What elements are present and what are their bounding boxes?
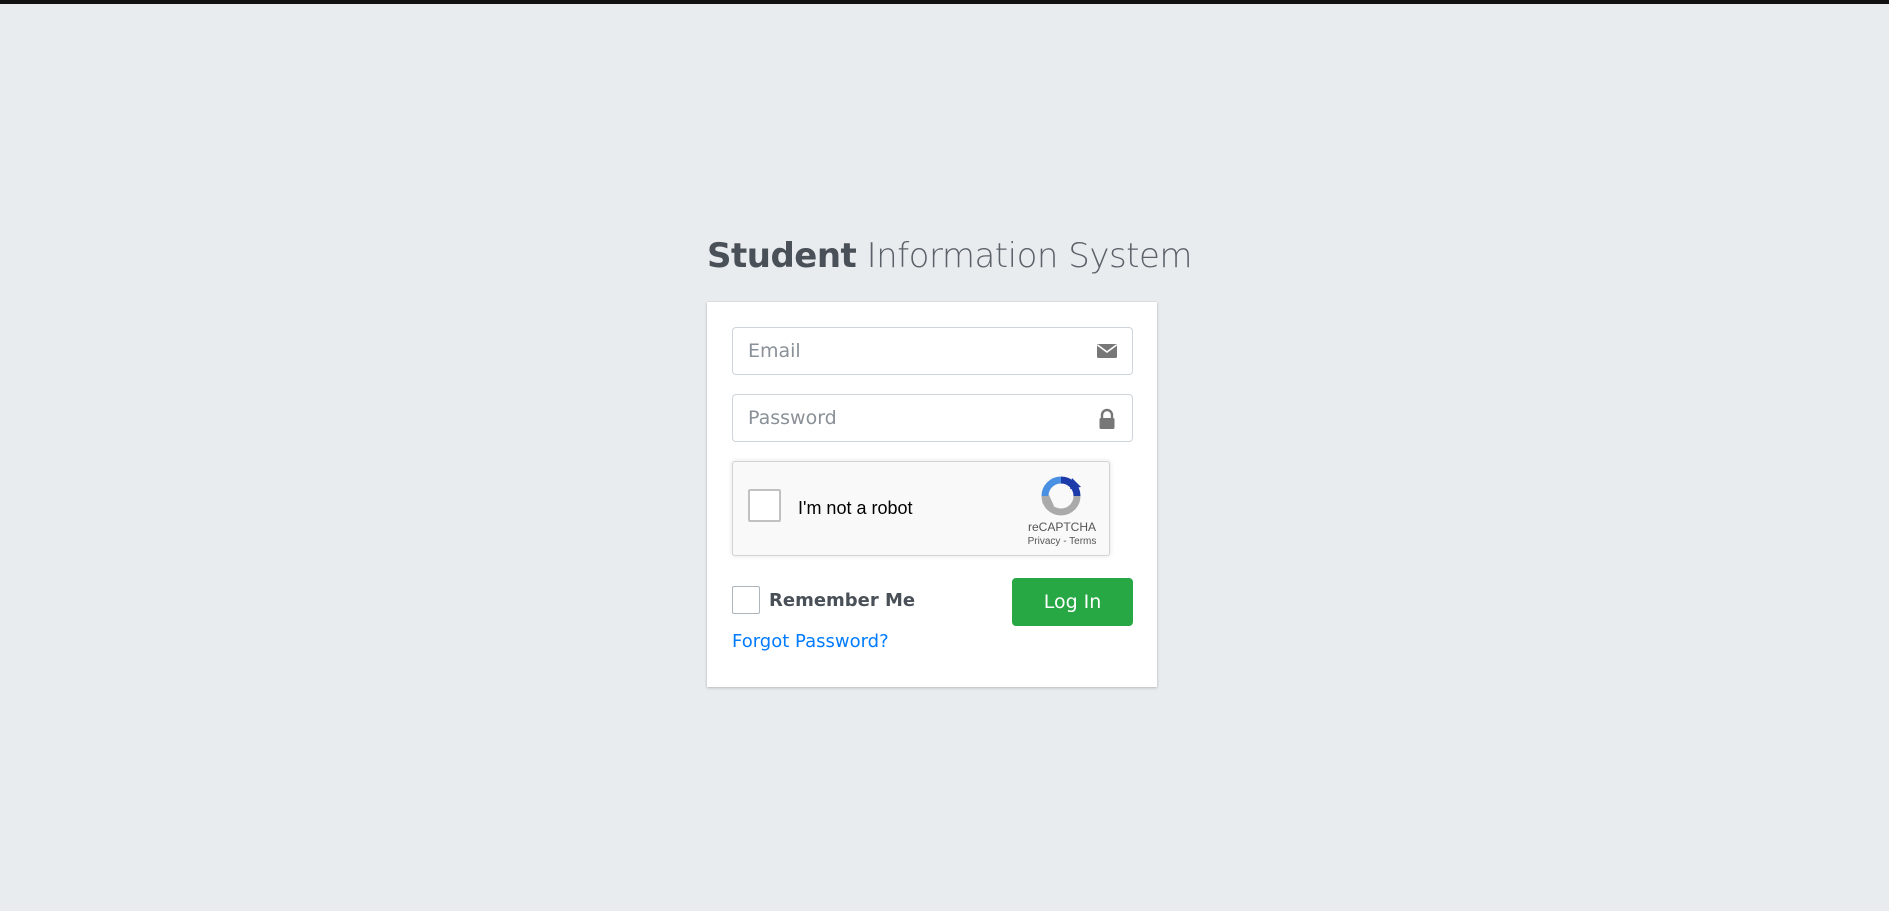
top-bar bbox=[0, 0, 1889, 4]
recaptcha-privacy-link[interactable]: Privacy bbox=[1028, 536, 1061, 547]
email-input[interactable] bbox=[733, 328, 1088, 374]
remember-me: Remember Me bbox=[732, 586, 915, 614]
title-light: Information System bbox=[856, 236, 1193, 276]
recaptcha-checkbox[interactable] bbox=[748, 489, 781, 522]
password-field-group bbox=[732, 394, 1133, 442]
remember-me-checkbox[interactable] bbox=[732, 586, 760, 614]
recaptcha-brand: reCAPTCHA bbox=[1027, 520, 1096, 534]
remember-me-label[interactable]: Remember Me bbox=[769, 590, 915, 611]
login-box: Student Information System I'm bbox=[707, 228, 1193, 687]
login-actions-row: Remember Me Log In bbox=[732, 578, 1133, 626]
forgot-password-link[interactable]: Forgot Password? bbox=[732, 631, 889, 652]
login-card: I'm not a robot reCAPTCHA Privacy - Term… bbox=[707, 302, 1157, 687]
password-input[interactable] bbox=[733, 395, 1088, 441]
recaptcha-links: Privacy - Terms bbox=[1013, 536, 1111, 547]
recaptcha-label: I'm not a robot bbox=[798, 498, 913, 518]
page-title: Student Information System bbox=[707, 228, 1193, 284]
recaptcha-widget: I'm not a robot reCAPTCHA Privacy - Term… bbox=[732, 461, 1110, 556]
recaptcha-separator: - bbox=[1060, 536, 1070, 547]
recaptcha-logo-icon bbox=[1040, 475, 1082, 517]
title-bold: Student bbox=[707, 236, 857, 276]
login-button[interactable]: Log In bbox=[1012, 578, 1133, 626]
envelope-icon bbox=[1096, 341, 1118, 361]
lock-icon bbox=[1096, 408, 1118, 429]
recaptcha-terms-link[interactable]: Terms bbox=[1069, 536, 1096, 547]
email-field-group bbox=[732, 327, 1133, 375]
